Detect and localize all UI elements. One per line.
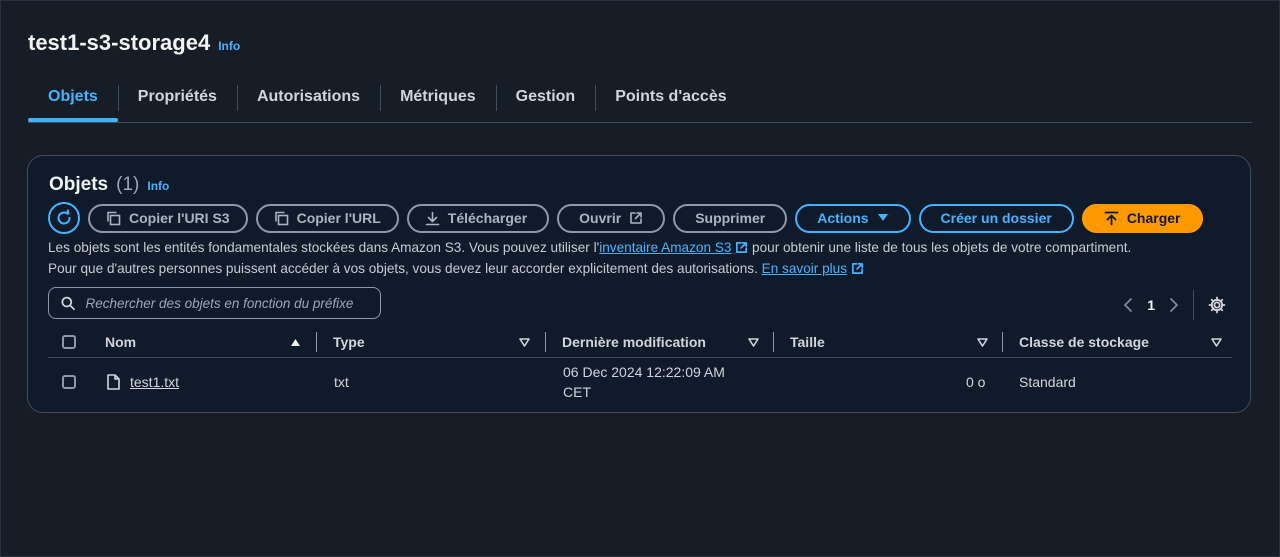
copy-icon xyxy=(107,211,121,225)
row-checkbox[interactable] xyxy=(62,375,76,389)
pagination: 1 xyxy=(1123,290,1226,320)
column-label-modified: Dernière modification xyxy=(562,334,706,350)
bucket-title: test1-s3-storage4 xyxy=(28,30,211,55)
open-label: Ouvrir xyxy=(579,210,622,226)
column-divider xyxy=(1002,332,1003,352)
search-icon xyxy=(61,296,75,310)
panel-header: Objets (1) Info xyxy=(49,174,169,196)
copy-uri-label: Copier l'URI S3 xyxy=(129,210,230,226)
object-modified-timezone: CET xyxy=(563,384,591,400)
external-link-icon xyxy=(630,212,642,224)
description-text-2: pour obtenir une liste de tous les objet… xyxy=(748,240,1132,255)
column-label-type: Type xyxy=(333,334,365,350)
file-icon xyxy=(107,374,120,390)
actions-dropdown-button[interactable]: Actions xyxy=(795,203,911,233)
copy-icon xyxy=(274,211,288,225)
column-divider xyxy=(773,332,774,352)
objects-description: Les objets sont les entités fondamentale… xyxy=(48,237,1228,279)
object-storage-class: Standard xyxy=(1019,374,1076,390)
tab-points-acces[interactable]: Points d'accès xyxy=(595,82,746,112)
column-divider xyxy=(545,332,546,352)
sort-toggle-icon[interactable] xyxy=(1211,328,1222,356)
tab-autorisations[interactable]: Autorisations xyxy=(236,82,380,112)
sort-asc-icon[interactable] xyxy=(290,328,301,356)
bucket-tabs: Objets Propriétés Autorisations Métrique… xyxy=(28,82,1252,123)
objects-toolbar: Copier l'URI S3 Copier l'URL Télécharger… xyxy=(48,202,1203,234)
upload-icon xyxy=(1104,211,1119,225)
column-header-modified[interactable]: Dernière modification xyxy=(562,328,706,356)
upload-button[interactable]: Charger xyxy=(1081,203,1203,233)
create-folder-label: Créer un dossier xyxy=(940,210,1052,226)
download-label: Télécharger xyxy=(447,210,528,226)
external-link-icon xyxy=(736,242,748,253)
tab-objets[interactable]: Objets xyxy=(28,82,118,122)
tab-proprietes[interactable]: Propriétés xyxy=(117,82,237,112)
search-input[interactable] xyxy=(83,294,368,312)
copy-url-label: Copier l'URL xyxy=(296,210,381,226)
title-info-link[interactable]: Info xyxy=(218,39,240,53)
table-row: test1.txt txt 06 Dec 2024 12:22:09 AM CE… xyxy=(48,358,1232,406)
open-button[interactable]: Ouvrir xyxy=(557,203,666,233)
tab-gestion[interactable]: Gestion xyxy=(495,82,596,112)
panel-info-link[interactable]: Info xyxy=(147,179,169,193)
upload-label: Charger xyxy=(1126,210,1181,226)
external-link-icon xyxy=(851,263,863,274)
column-label-name: Nom xyxy=(105,334,137,350)
column-divider xyxy=(316,332,317,352)
create-folder-button[interactable]: Créer un dossier xyxy=(918,203,1074,233)
pager-divider xyxy=(1193,290,1194,320)
prefix-search[interactable] xyxy=(48,287,381,319)
tab-metriques[interactable]: Métriques xyxy=(380,82,496,112)
select-all-checkbox[interactable] xyxy=(62,335,76,349)
refresh-button[interactable] xyxy=(48,202,80,234)
learn-more-link[interactable]: En savoir plus xyxy=(762,261,847,276)
download-button[interactable]: Télécharger xyxy=(406,203,550,233)
chevron-left-icon[interactable] xyxy=(1123,298,1133,312)
description-text-1: Les objets sont les entités fondamentale… xyxy=(48,240,600,255)
column-label-size: Taille xyxy=(790,334,825,350)
chevron-right-icon[interactable] xyxy=(1169,298,1179,312)
current-page[interactable]: 1 xyxy=(1147,297,1155,313)
actions-label: Actions xyxy=(817,210,869,226)
inventory-link[interactable]: inventaire Amazon S3 xyxy=(599,240,731,255)
download-icon xyxy=(425,211,440,225)
page-header: test1-s3-storage4 Info xyxy=(28,30,240,56)
column-header-size[interactable]: Taille xyxy=(790,328,825,356)
caret-down-icon xyxy=(877,214,888,221)
column-header-name[interactable]: Nom xyxy=(105,328,136,356)
gear-icon[interactable] xyxy=(1208,296,1226,314)
object-name-link[interactable]: test1.txt xyxy=(130,374,179,390)
object-count: (1) xyxy=(116,174,140,195)
copy-url-button[interactable]: Copier l'URL xyxy=(255,203,399,233)
table-header: Nom Type Dernière modification Taille Cl… xyxy=(48,328,1232,358)
panel-title: Objets xyxy=(49,174,109,195)
refresh-icon xyxy=(57,209,71,225)
delete-button[interactable]: Supprimer xyxy=(673,203,788,233)
object-type: txt xyxy=(334,374,349,390)
sort-toggle-icon[interactable] xyxy=(748,328,759,356)
object-size: 0 o xyxy=(966,374,986,390)
column-label-storage-class: Classe de stockage xyxy=(1019,334,1149,350)
row-select-cell xyxy=(62,375,76,389)
sort-toggle-icon[interactable] xyxy=(519,328,530,356)
sort-toggle-icon[interactable] xyxy=(977,328,988,356)
delete-label: Supprimer xyxy=(695,210,766,226)
column-header-type[interactable]: Type xyxy=(333,328,365,356)
copy-uri-button[interactable]: Copier l'URI S3 xyxy=(88,203,248,233)
select-all-cell xyxy=(62,328,76,356)
description-text-3: Pour que d'autres personnes puissent acc… xyxy=(48,261,762,276)
column-header-storage-class[interactable]: Classe de stockage xyxy=(1019,328,1149,356)
objects-panel: Objets (1) Info Copier l'URI S3 Copier l… xyxy=(27,155,1251,413)
object-modified-date: 06 Dec 2024 12:22:09 AM xyxy=(563,364,725,380)
